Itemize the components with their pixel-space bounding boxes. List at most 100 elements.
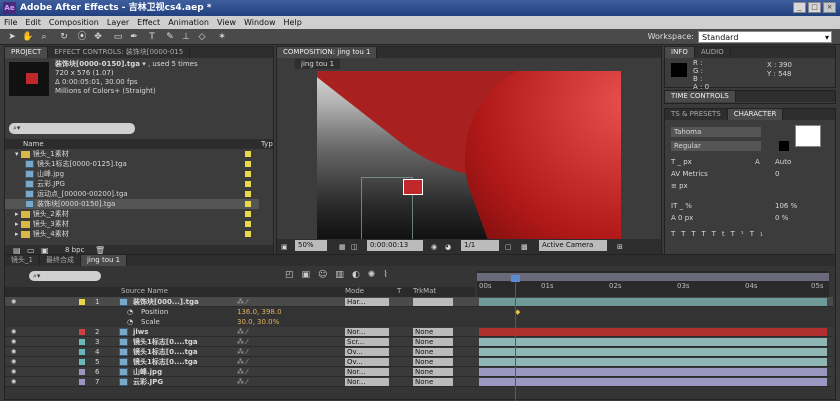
trkmat-select[interactable]: None <box>413 348 453 356</box>
selection-tool-icon[interactable]: ➤ <box>6 31 18 43</box>
all-caps-icon[interactable]: TT <box>691 230 711 238</box>
tab-presets[interactable]: TS & PRESETS <box>665 109 728 120</box>
channel-icon[interactable]: ◕ <box>445 240 451 254</box>
property-row[interactable]: ◔ Scale 30.0, 30.0% <box>5 317 833 327</box>
small-caps-icon[interactable]: Tt <box>712 230 731 238</box>
project-item[interactable]: ▸ 镜头_2素材 <box>5 209 259 219</box>
time-ruler[interactable]: 00s 01s 02s 03s 04s 05s <box>477 271 829 297</box>
layer-name[interactable]: 镜头1标志[0....tga <box>133 337 198 346</box>
layer-label-color[interactable] <box>79 339 85 345</box>
font-family-select[interactable]: Tahoma <box>671 127 761 137</box>
camera-tool-icon[interactable]: ⦿ <box>76 31 88 43</box>
column-name[interactable]: Name <box>23 139 44 149</box>
layer-duration-bar[interactable] <box>479 328 827 336</box>
motion-blur-icon[interactable]: ◐ <box>352 270 368 280</box>
workspace-select[interactable]: Standard ▾ <box>698 31 832 43</box>
horizontal-scale-value[interactable]: 106 % <box>775 201 797 211</box>
label-color-icon[interactable] <box>245 181 251 187</box>
layer-name[interactable]: 镜头1标志[0....tga <box>133 357 198 366</box>
rectangle-tool-icon[interactable]: ▭ <box>112 31 124 43</box>
column-trkmat[interactable]: TrkMat <box>413 287 436 295</box>
layer-label-color[interactable] <box>79 359 85 365</box>
zoom-tool-icon[interactable]: ⌕ <box>38 31 50 43</box>
decor-block-layer[interactable] <box>403 179 423 195</box>
visibility-eye-icon[interactable]: ◉ <box>11 357 16 366</box>
close-button[interactable]: × <box>823 2 836 13</box>
label-color-icon[interactable] <box>245 171 251 177</box>
magnifier-icon[interactable]: ▣ <box>281 240 288 254</box>
label-color-icon[interactable] <box>245 191 251 197</box>
layer-switches[interactable]: ⁂ ⁄ <box>237 377 247 386</box>
layer-switches[interactable]: ⁂ ⁄ <box>237 347 247 356</box>
transparency-grid-icon[interactable]: ▩ <box>521 240 528 254</box>
tab-character[interactable]: CHARACTER <box>727 109 784 120</box>
tab-timeline-final[interactable]: 最终合成 <box>40 255 81 266</box>
layer-switches[interactable]: ⁂ ⁄ <box>237 337 247 346</box>
menu-composition[interactable]: Composition <box>49 16 99 29</box>
tracking-value[interactable]: 0 <box>775 169 779 179</box>
hand-tool-icon[interactable]: ✋ <box>22 31 34 43</box>
trkmat-select[interactable]: None <box>413 338 453 346</box>
camera-select[interactable]: Active Camera <box>539 240 607 251</box>
visibility-eye-icon[interactable]: ◉ <box>11 297 16 306</box>
project-item[interactable]: 镜头1标志[0000-0125].tga <box>5 159 259 169</box>
kerning-value[interactable]: Metrics <box>682 170 707 178</box>
menu-effect[interactable]: Effect <box>137 16 160 29</box>
tab-timeline-jingtou1[interactable]: jing tou 1 <box>80 255 128 266</box>
maximize-button[interactable]: □ <box>808 2 821 13</box>
project-item[interactable]: ▸ 镜头_4素材 <box>5 229 259 239</box>
layer-label-color[interactable] <box>79 369 85 375</box>
bpc-label[interactable]: 8 bpc <box>65 246 84 254</box>
stroke-color-swatch[interactable] <box>779 141 789 151</box>
stopwatch-icon[interactable]: ◔ <box>127 307 133 317</box>
view-layout-icon[interactable]: ⊞ <box>617 240 623 254</box>
trkmat-select[interactable] <box>413 298 453 306</box>
label-color-icon[interactable] <box>245 231 251 237</box>
work-area-bar[interactable] <box>477 273 829 281</box>
tab-timeline-shot1[interactable]: 镜头_1 <box>5 255 40 266</box>
blend-mode-select[interactable]: Nor... <box>345 368 389 376</box>
menu-file[interactable]: File <box>4 16 17 29</box>
blend-mode-select[interactable]: Har... <box>345 298 389 306</box>
table-row[interactable]: ◉ 3 镜头1标志[0....tga ⁂ ⁄ Scr... None <box>5 337 833 347</box>
text-tool-icon[interactable]: T <box>146 31 158 43</box>
label-color-icon[interactable] <box>245 211 251 217</box>
property-value[interactable]: 136.0, 398.0 <box>237 307 282 317</box>
baseline-value[interactable]: 0 px <box>678 214 693 222</box>
layer-duration-bar[interactable] <box>479 348 827 356</box>
font-style-select[interactable]: Regular <box>671 141 761 151</box>
visibility-eye-icon[interactable]: ◉ <box>11 337 16 346</box>
layer-duration-bar[interactable] <box>479 298 827 306</box>
layer-duration-bar[interactable] <box>479 358 827 366</box>
project-item[interactable]: ▸ 镜头_3素材 <box>5 219 259 229</box>
visibility-eye-icon[interactable]: ◉ <box>11 377 16 386</box>
layer-label-color[interactable] <box>79 329 85 335</box>
label-color-icon[interactable] <box>245 151 251 157</box>
font-size-value[interactable]: _ px <box>678 158 692 166</box>
blend-mode-select[interactable]: Ov... <box>345 358 389 366</box>
current-time-display[interactable]: 0:00:00:13 <box>367 240 423 251</box>
tab-effect-controls[interactable]: EFFECT CONTROLS: 装饰块[0000-015 <box>48 47 191 58</box>
rotate-tool-icon[interactable]: ↻ <box>58 31 70 43</box>
pen-tool-icon[interactable]: ✒ <box>128 31 140 43</box>
blend-mode-select[interactable]: Scr... <box>345 338 389 346</box>
comp-mini-flowchart-icon[interactable]: ◰ <box>285 270 302 280</box>
table-row[interactable]: ◉ 7 云彩.JPG ⁂ ⁄ Nor... None <box>5 377 833 387</box>
grid-icon[interactable]: ▦ <box>339 240 346 254</box>
visibility-eye-icon[interactable]: ◉ <box>11 327 16 336</box>
tsume-value[interactable]: 0 % <box>775 213 788 223</box>
leading-value[interactable]: Auto <box>775 157 791 167</box>
tab-composition[interactable]: COMPOSITION: jing tou 1 <box>277 47 378 58</box>
layer-label-color[interactable] <box>79 379 85 385</box>
table-row[interactable]: ◉ 1 装饰块[000...].tga ⁂ ⁄ Har... <box>5 297 833 307</box>
blend-mode-select[interactable]: Ov... <box>345 348 389 356</box>
menu-view[interactable]: View <box>217 16 236 29</box>
tab-audio[interactable]: AUDIO <box>695 47 731 58</box>
graph-editor-icon[interactable]: ⌇ <box>383 270 395 280</box>
subscript-icon[interactable]: T₁ <box>750 230 769 238</box>
blend-mode-select[interactable]: Nor... <box>345 378 389 386</box>
table-row[interactable]: ◉ 6 山峰.jpg ⁂ ⁄ Nor... None <box>5 367 833 377</box>
layer-duration-bar[interactable] <box>479 378 827 386</box>
fill-color-swatch[interactable] <box>795 125 821 147</box>
project-item[interactable]: 云彩.JPG <box>5 179 259 189</box>
